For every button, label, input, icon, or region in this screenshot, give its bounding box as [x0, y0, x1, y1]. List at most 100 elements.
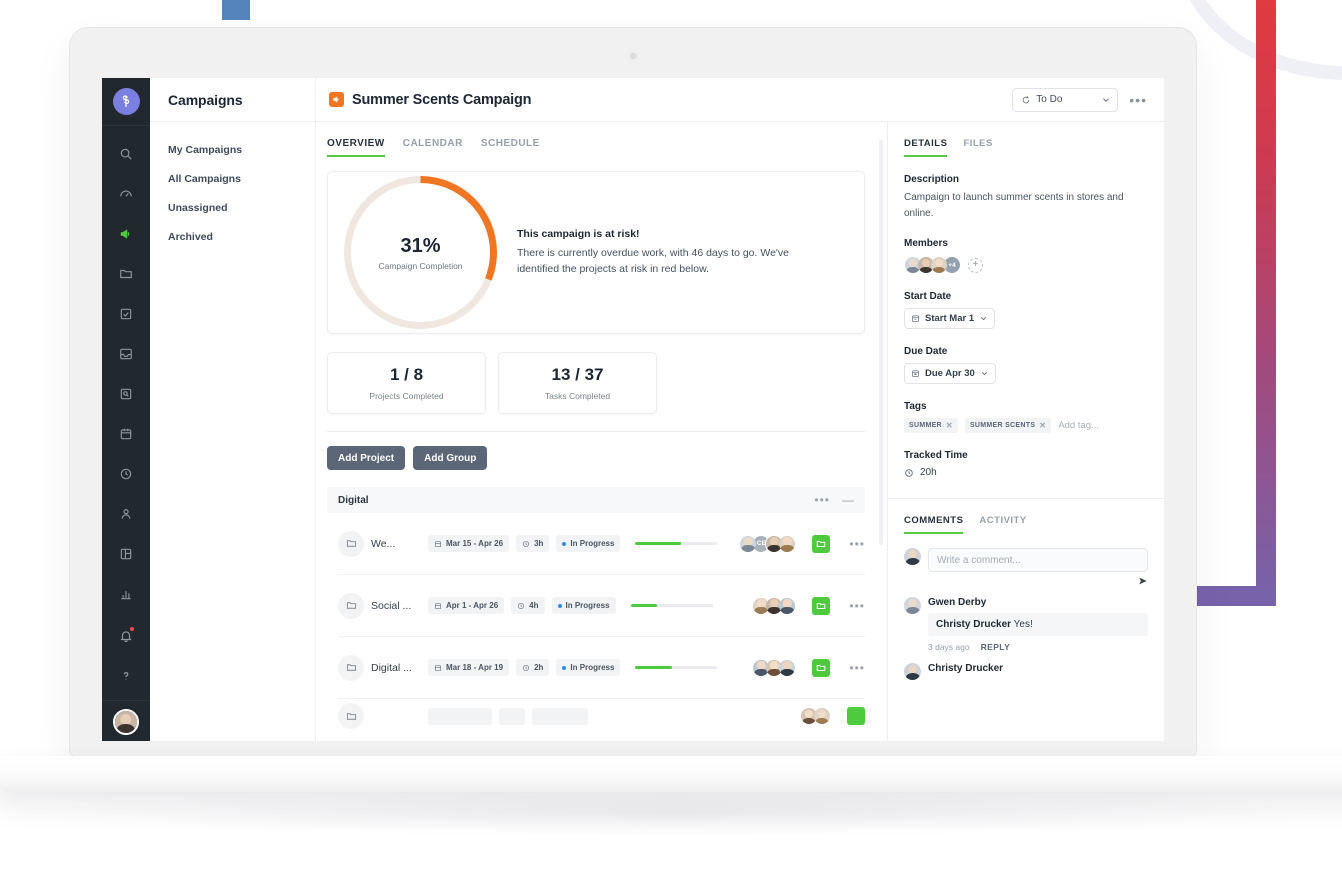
- time-pill[interactable]: 3h: [516, 535, 550, 552]
- folder-icon[interactable]: [847, 707, 865, 725]
- tab-calendar[interactable]: CALENDAR: [403, 138, 463, 157]
- table-row[interactable]: We... Mar 15 - Apr 26 3h In Progress CE …: [338, 513, 865, 575]
- assignee-avatars[interactable]: CE: [731, 534, 797, 553]
- assignee-avatars[interactable]: [744, 658, 797, 677]
- send-comment-button[interactable]: [928, 576, 1148, 586]
- comment-composer: [904, 548, 1148, 586]
- status-dot-icon: [557, 603, 562, 608]
- table-row[interactable]: Digital ... Mar 18 - Apr 19 2h In Progre…: [338, 637, 865, 699]
- avatar[interactable]: [904, 597, 921, 614]
- board-layout-icon[interactable]: [111, 539, 141, 569]
- folder-icon[interactable]: [812, 596, 831, 615]
- sidebar-title: Campaigns: [168, 91, 243, 108]
- assignee-avatars[interactable]: [744, 596, 797, 615]
- clock-icon: [905, 468, 913, 477]
- remove-tag-icon[interactable]: ✕: [946, 421, 953, 430]
- table-row[interactable]: [338, 699, 865, 733]
- help-question-icon[interactable]: [111, 661, 141, 691]
- time-label: 3h: [534, 539, 544, 548]
- clock-icon: [518, 602, 525, 609]
- bell-icon[interactable]: [111, 621, 141, 651]
- comment-meta: 3 days ago REPLY: [928, 642, 1148, 652]
- status-badge[interactable]: In Progress: [556, 535, 621, 552]
- date-range-pill[interactable]: Mar 15 - Apr 26: [428, 535, 510, 552]
- calendar-icon[interactable]: [111, 419, 141, 449]
- document-search-icon[interactable]: [111, 379, 141, 409]
- row-overflow-button[interactable]: •••: [849, 600, 865, 612]
- tab-comments[interactable]: COMMENTS: [904, 515, 964, 534]
- status-badge[interactable]: In Progress: [556, 659, 621, 676]
- status-badge[interactable]: [532, 707, 588, 725]
- date-range-pill[interactable]: Mar 18 - Apr 19: [428, 659, 510, 676]
- status-dot-icon: [562, 665, 567, 670]
- add-tag-input[interactable]: Add tag...: [1058, 420, 1099, 431]
- avatar[interactable]: [778, 596, 797, 615]
- folder-icon[interactable]: [812, 534, 831, 553]
- comments-panel: COMMENTS ACTIVITY Write a comment... Gwe…: [888, 499, 1164, 741]
- status-dropdown[interactable]: To Do: [1012, 87, 1119, 112]
- table-row[interactable]: Social ... Apr 1 - Apr 26 4h In Progress…: [338, 575, 865, 637]
- comment-input-wrap: [928, 548, 1148, 586]
- tab-activity[interactable]: ACTIVITY: [979, 515, 1026, 534]
- tab-schedule[interactable]: SCHEDULE: [481, 138, 540, 157]
- inbox-icon[interactable]: [111, 339, 141, 369]
- comment-input[interactable]: [928, 548, 1148, 572]
- time-pill[interactable]: 4h: [511, 597, 545, 614]
- sidebar-item-all-campaigns[interactable]: All Campaigns: [168, 173, 315, 185]
- avatar[interactable]: [739, 534, 758, 553]
- remove-tag-icon[interactable]: ✕: [1039, 421, 1046, 430]
- group-overflow-button[interactable]: •••: [814, 494, 830, 506]
- time-pill[interactable]: [499, 707, 525, 725]
- group-collapse-button[interactable]: —: [842, 494, 855, 506]
- avatar[interactable]: [930, 256, 948, 274]
- row-overflow-button[interactable]: •••: [849, 538, 865, 550]
- tab-overview[interactable]: OVERVIEW: [327, 138, 385, 157]
- search-icon[interactable]: [111, 139, 141, 169]
- folder-icon[interactable]: [111, 259, 141, 289]
- add-group-button[interactable]: Add Group: [413, 446, 488, 470]
- tag-chip[interactable]: SUMMER SCENTS ✕: [964, 418, 1052, 433]
- clock-icon[interactable]: [111, 459, 141, 489]
- sidebar-item-unassigned[interactable]: Unassigned: [168, 202, 315, 214]
- add-member-button[interactable]: +: [968, 257, 983, 273]
- tab-details[interactable]: DETAILS: [904, 138, 948, 157]
- avatar[interactable]: [813, 707, 831, 725]
- send-paper-plane-icon: [1139, 577, 1147, 585]
- date-range-pill[interactable]: [428, 707, 492, 725]
- row-overflow-button[interactable]: •••: [849, 662, 865, 674]
- folder-icon[interactable]: [812, 658, 831, 677]
- megaphone-icon[interactable]: [111, 219, 141, 249]
- person-icon[interactable]: [111, 499, 141, 529]
- avatar[interactable]: [778, 534, 797, 553]
- tag-label: SUMMER: [909, 422, 942, 429]
- group-header-digital[interactable]: Digital ••• —: [327, 487, 865, 513]
- checkbox-task-icon[interactable]: [111, 299, 141, 329]
- tab-files[interactable]: FILES: [963, 138, 992, 157]
- sidebar-item-my-campaigns[interactable]: My Campaigns: [168, 144, 315, 156]
- project-rows: We... Mar 15 - Apr 26 3h In Progress CE …: [327, 513, 865, 733]
- time-pill[interactable]: 2h: [516, 659, 550, 676]
- tag-chip[interactable]: SUMMER ✕: [904, 418, 958, 433]
- start-date-heading: Start Date: [904, 291, 952, 302]
- date-range-pill[interactable]: Apr 1 - Apr 26: [428, 597, 505, 614]
- header-overflow-button[interactable]: •••: [1126, 93, 1150, 107]
- bar-chart-icon[interactable]: [111, 579, 141, 609]
- start-date-picker[interactable]: Start Mar 1: [904, 308, 996, 329]
- date-range-label: Mar 18 - Apr 19: [446, 663, 504, 672]
- avatar[interactable]: [778, 658, 797, 677]
- list-item: Gwen Derby Christy Drucker Yes! 3 days a…: [904, 597, 1148, 652]
- status-badge[interactable]: In Progress: [551, 597, 616, 614]
- assignee-avatars[interactable]: [792, 707, 831, 725]
- avatar[interactable]: [904, 663, 921, 680]
- tags-heading: Tags: [904, 401, 927, 412]
- content-scrollbar[interactable]: [879, 140, 883, 545]
- dashboard-gauge-icon[interactable]: [111, 179, 141, 209]
- reply-button[interactable]: REPLY: [981, 642, 1011, 652]
- sidebar-item-archived[interactable]: Archived: [168, 231, 315, 243]
- add-project-button[interactable]: Add Project: [327, 446, 406, 470]
- comment-body: Christy Drucker: [928, 663, 1148, 674]
- due-date-picker[interactable]: Due Apr 30: [904, 363, 996, 384]
- status-dot-icon: [562, 541, 567, 546]
- app-logo-icon[interactable]: [112, 88, 140, 115]
- user-avatar[interactable]: [113, 709, 139, 735]
